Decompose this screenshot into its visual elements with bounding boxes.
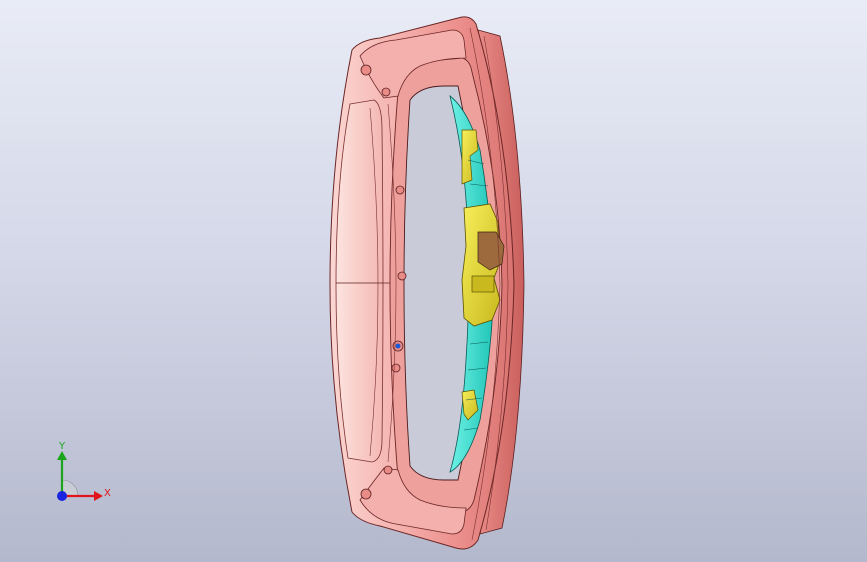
graphics-viewport[interactable]: Y X — [0, 0, 867, 562]
cad-model[interactable] — [0, 0, 867, 562]
y-axis-arrow — [57, 451, 67, 460]
clamp-block[interactable] — [471, 275, 495, 293]
outer-face-panel[interactable] — [335, 99, 384, 463]
x-axis-label: X — [104, 488, 111, 499]
blue-locator-pin[interactable] — [395, 343, 401, 349]
y-axis-label: Y — [58, 441, 66, 452]
x-axis-arrow — [94, 491, 103, 501]
z-axis-dot — [57, 491, 67, 501]
orientation-triad[interactable]: Y X — [40, 438, 120, 513]
